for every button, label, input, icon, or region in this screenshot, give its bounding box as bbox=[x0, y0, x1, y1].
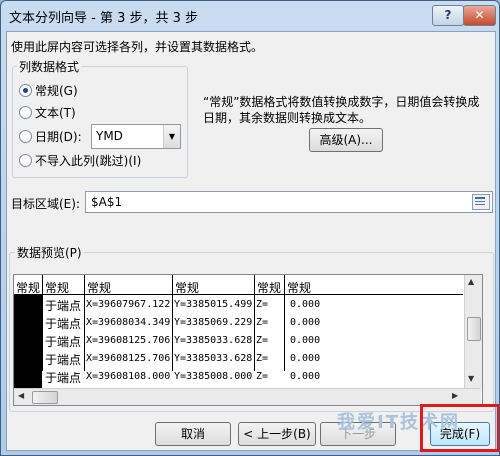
table-cell: Z= bbox=[256, 371, 269, 382]
destination-label: 目标区域(E): bbox=[11, 197, 80, 211]
destination-value: $A$1 bbox=[91, 195, 123, 209]
scroll-up-icon[interactable]: ▲ bbox=[468, 277, 474, 286]
scroll-down-icon[interactable]: ▼ bbox=[468, 374, 474, 383]
table-row: 于端点 X=39608125.706 Y=3385033.628 Z= 0.00… bbox=[14, 333, 463, 351]
table-row: 于端点 X=39608125.706 Y=3385033.628 Z= 0.00… bbox=[14, 351, 463, 369]
range-select-icon[interactable] bbox=[472, 194, 490, 210]
data-preview-label: 数据预览(P) bbox=[15, 244, 84, 261]
chevron-down-icon[interactable]: ▼ bbox=[163, 125, 180, 148]
back-button[interactable]: < 上一步(B) bbox=[238, 422, 316, 446]
radio-general[interactable] bbox=[19, 84, 32, 97]
help-button[interactable]: ? bbox=[432, 5, 464, 26]
radio-text[interactable] bbox=[19, 106, 32, 119]
table-cell: 0.000 bbox=[290, 353, 321, 364]
format-description: “常规”数据格式将数值转换成数字，日期值会转换成日期，其余数据则转换成文本。 bbox=[203, 95, 480, 125]
cancel-button[interactable]: 取消 bbox=[155, 422, 231, 446]
table-cell: Y=3385015.499 bbox=[174, 299, 253, 310]
table-row: 于端点 X=39608034.349 Y=3385069.229 Z= 0.00… bbox=[14, 315, 463, 333]
table-cell: Y=3385033.628 bbox=[174, 335, 253, 346]
column-header[interactable]: 常规 bbox=[45, 279, 69, 296]
window-title: 文本分列向导 - 第 3 步，共 3 步 bbox=[9, 11, 199, 26]
horizontal-scroll-thumb[interactable] bbox=[32, 391, 58, 404]
table-cell: Y=3385033.628 bbox=[174, 353, 253, 364]
table-cell: 0.000 bbox=[290, 317, 321, 328]
table-cell: 于端点 bbox=[45, 353, 82, 367]
advanced-button[interactable]: 高级(A)... bbox=[309, 128, 383, 152]
radio-text-label[interactable]: 文本(T) bbox=[35, 104, 76, 121]
column-header[interactable]: 常规 bbox=[257, 279, 281, 296]
table-cell: 于端点 bbox=[45, 317, 82, 331]
table-cell: Y=3385069.229 bbox=[174, 317, 253, 328]
preview-header-row: 常规 常规 常规 常规 常规 常规 bbox=[14, 278, 463, 295]
table-cell: Z= bbox=[256, 299, 269, 310]
table-cell: Z= bbox=[256, 353, 269, 364]
title-bar: 文本分列向导 - 第 3 步，共 3 步 ? ✕ bbox=[1, 1, 499, 31]
column-header[interactable]: 常规 bbox=[87, 279, 111, 296]
close-button[interactable]: ✕ bbox=[463, 5, 496, 26]
table-cell: X=39608125.706 bbox=[86, 353, 171, 364]
table-cell: Y=3385008.000 bbox=[174, 371, 253, 382]
scroll-right-icon[interactable]: ▶ bbox=[452, 391, 458, 400]
table-cell: X=39608108.000 bbox=[86, 371, 171, 382]
radio-date-label[interactable]: 日期(D): bbox=[35, 128, 82, 145]
table-cell: 于端点 bbox=[45, 299, 82, 313]
table-row: 于端点 X=39608108.000 Y=3385008.000 Z= 0.00… bbox=[14, 369, 463, 387]
column-header[interactable]: 常规 bbox=[16, 279, 40, 296]
table-cell: 0.000 bbox=[290, 335, 321, 346]
table-cell: 于端点 bbox=[45, 335, 82, 349]
table-cell: 0.000 bbox=[290, 299, 321, 310]
table-cell: Z= bbox=[256, 317, 269, 328]
horizontal-scrollbar[interactable]: ◀ ▶ bbox=[14, 388, 481, 405]
radio-general-label[interactable]: 常规(G) bbox=[35, 82, 78, 99]
table-cell: Z= bbox=[256, 335, 269, 346]
column-header[interactable]: 常规 bbox=[175, 279, 199, 296]
scrollbar-corner bbox=[465, 389, 481, 405]
table-cell: X=39607967.122 bbox=[86, 299, 171, 310]
radio-skip-label[interactable]: 不导入此列(跳过)(I) bbox=[35, 152, 141, 169]
radio-skip[interactable] bbox=[19, 154, 32, 167]
table-cell: X=39608034.349 bbox=[86, 317, 171, 328]
column-format-group-title: 列数据格式 bbox=[17, 58, 82, 75]
table-cell: 0.000 bbox=[290, 371, 321, 382]
date-format-value: YMD bbox=[96, 129, 123, 143]
dialog-body: 使用此屏内容可选择各列，并设置其数据格式。 列数据格式 常规(G) 文本(T) … bbox=[6, 31, 499, 452]
column-header[interactable]: 常规 bbox=[287, 279, 311, 296]
text-to-columns-dialog: 文本分列向导 - 第 3 步，共 3 步 ? ✕ 使用此屏内容可选择各列，并设置… bbox=[0, 0, 500, 456]
vertical-scroll-thumb[interactable] bbox=[467, 317, 481, 341]
date-format-select[interactable]: YMD ▼ bbox=[91, 124, 181, 149]
scroll-left-icon[interactable]: ◀ bbox=[18, 391, 24, 400]
vertical-scrollbar[interactable]: ▲ ▼ bbox=[464, 275, 482, 388]
data-preview-table[interactable]: 常规 常规 常规 常规 常规 常规 于端点 X=39607967.122 Y=3… bbox=[13, 274, 483, 406]
radio-date[interactable] bbox=[19, 130, 32, 143]
table-cell: 于端点 bbox=[45, 371, 82, 385]
intro-text: 使用此屏内容可选择各列，并设置其数据格式。 bbox=[11, 40, 264, 54]
finish-highlight-box bbox=[420, 404, 499, 452]
destination-field[interactable]: $A$1 bbox=[85, 191, 493, 213]
table-cell: X=39608125.706 bbox=[86, 335, 171, 346]
table-row: 于端点 X=39607967.122 Y=3385015.499 Z= 0.00… bbox=[14, 297, 463, 315]
